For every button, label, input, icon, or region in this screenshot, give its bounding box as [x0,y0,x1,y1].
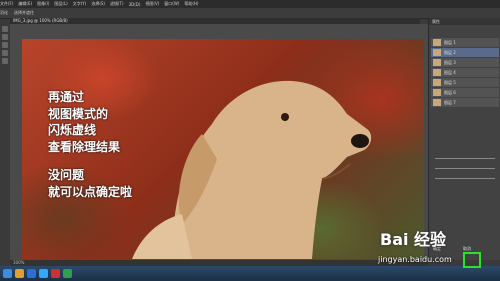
panel-tab-properties[interactable]: 属性 [429,18,500,25]
option-select-mask[interactable]: 选择并遮住 [14,10,34,16]
menu-help[interactable]: 帮助(H) [184,1,198,7]
menu-window[interactable]: 窗口(W) [164,1,179,7]
layer-name: 图层 5 [444,79,456,85]
hand-tool-icon[interactable] [2,50,8,56]
dog-photo[interactable]: 再通过 视图模式的 闪烁虚线 查看除理结果 没问题 就可以点确定啦 [22,39,424,259]
eraser-tool-icon[interactable] [2,42,8,48]
move-tool-icon[interactable] [2,26,8,32]
layer-row[interactable]: 图层 1 [431,38,499,47]
layer-name: 图层 7 [444,99,456,105]
layer-thumbnail [433,49,441,56]
caption-line-1: 再通过 [48,90,85,104]
layer-thumbnail [433,39,441,46]
layer-name: 图层 4 [444,69,456,75]
baidu-jingyan-logo: Bai 经验 [380,230,447,249]
layer-name: 图层 6 [444,89,456,95]
menu-bar: 文件(F) 编辑(E) 图像(I) 图层(L) 文字(Y) 选择(S) 滤镜(T… [0,0,500,8]
brush-tool-icon[interactable] [2,34,8,40]
zoom-tool-icon[interactable] [2,58,8,64]
caption-line-6: 就可以点确定啦 [48,184,133,199]
properties-panel: 属性 图层 1 图层 2 图层 3 图层 4 图层 5 图层 6 图层 7 确定… [428,18,500,260]
layer-thumbnail [433,79,441,86]
watermark-url: jingyan.baidu.com [378,255,452,264]
layer-name: 图层 2 [444,49,456,55]
feather-slider[interactable] [435,178,495,179]
menu-filter[interactable]: 滤镜(T) [110,1,124,7]
radius-slider[interactable] [435,158,495,159]
layer-row[interactable]: 图层 3 [431,58,499,67]
app-icon[interactable] [51,269,60,278]
windows-taskbar [0,266,500,281]
layer-name: 图层 3 [444,59,456,65]
layer-row[interactable]: 图层 5 [431,78,499,87]
layer-thumbnail [433,89,441,96]
folder-icon[interactable] [15,269,24,278]
layer-name: 图层 1 [444,39,456,45]
menu-3d[interactable]: 3D(D) [129,2,141,7]
caption-line-3: 闪烁虚线 [48,123,97,137]
menu-select[interactable]: 选择(S) [91,1,105,7]
caption-line-4: 查看除理结果 [48,139,121,154]
tutorial-caption: 再通过 视图模式的 闪烁虚线 查看除理结果 没问题 就可以点确定啦 [48,89,132,200]
highlight-box [463,252,481,268]
layer-row[interactable]: 图层 2 [431,48,499,57]
menu-file[interactable]: 文件(F) [0,1,13,7]
menu-image[interactable]: 图像(I) [37,1,49,7]
browser-icon[interactable] [27,269,36,278]
menu-type[interactable]: 文字(Y) [73,1,87,7]
photoshop-icon[interactable] [39,269,48,278]
app-icon[interactable] [63,269,72,278]
layer-row[interactable]: 图层 6 [431,88,499,97]
menu-edit[interactable]: 编辑(E) [18,1,32,7]
canvas-area: 再通过 视图模式的 闪烁虚线 查看除理结果 没问题 就可以点确定啦 [10,24,428,260]
caption-line-2: 视图模式的 [48,106,109,121]
layer-thumbnail [433,99,441,106]
menu-view[interactable]: 视图(V) [145,1,159,7]
option-feather[interactable]: 羽化 [0,10,8,16]
caption-line-5: 没问题 [48,168,85,182]
smooth-slider[interactable] [435,168,495,169]
layer-row[interactable]: 图层 7 [431,98,499,107]
layer-row[interactable]: 图层 4 [431,68,499,77]
start-icon[interactable] [3,269,12,278]
layer-thumbnail [433,69,441,76]
menu-layer[interactable]: 图层(L) [54,1,67,7]
layer-thumbnail [433,59,441,66]
